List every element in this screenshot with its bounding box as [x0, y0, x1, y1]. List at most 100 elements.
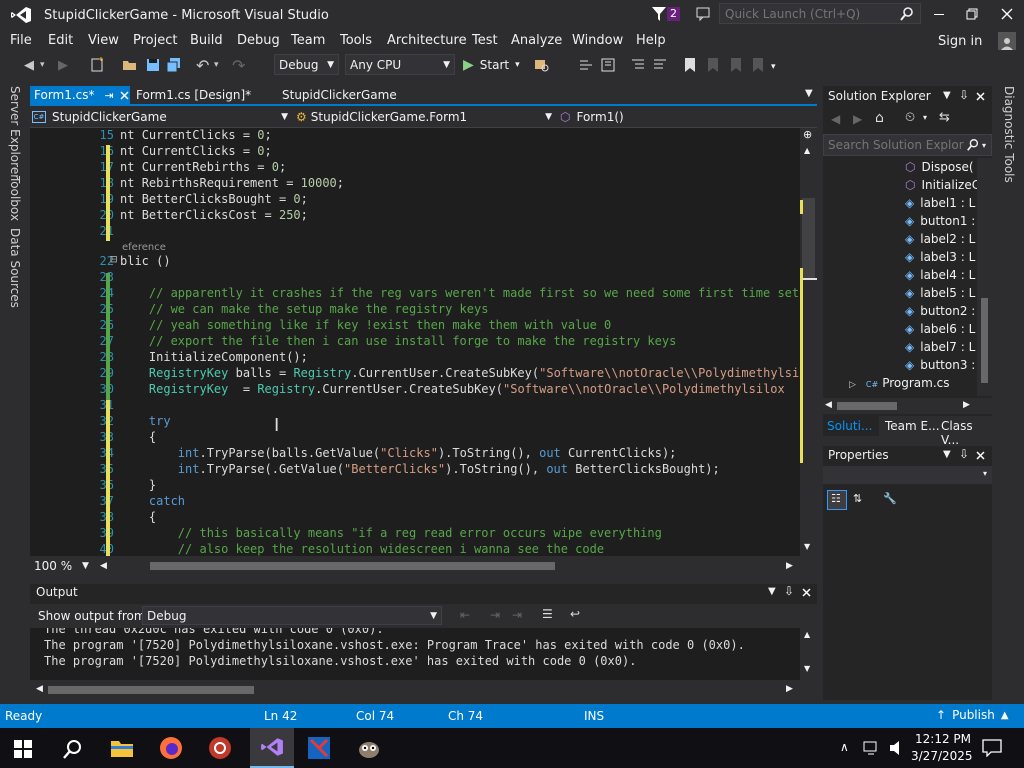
undo-dropdown-icon[interactable]: ▾	[214, 54, 219, 76]
go-to-location-icon[interactable]: ⇥	[512, 608, 522, 622]
new-project-icon[interactable]	[89, 57, 105, 73]
scroll-left-icon[interactable]: ◀	[100, 561, 107, 571]
close-icon[interactable]	[1001, 8, 1013, 20]
collapse-toggle-icon[interactable]: ⊟	[110, 252, 117, 266]
prev-bookmark-icon[interactable]	[705, 57, 721, 73]
scroll-thumb[interactable]	[981, 298, 988, 383]
clear-all-icon[interactable]: ☰	[542, 607, 553, 621]
tree-item-member[interactable]: ◈ label6 : L	[905, 322, 975, 336]
search-icon[interactable]	[899, 6, 915, 22]
windows-start-icon[interactable]	[14, 740, 32, 758]
close-icon[interactable]	[120, 90, 129, 100]
forward-icon[interactable]: ▶	[853, 112, 862, 126]
menu-test[interactable]: Test	[472, 33, 498, 48]
menu-help[interactable]: Help	[636, 33, 666, 48]
panel-menu-icon[interactable]: ▼	[768, 586, 776, 597]
menu-architecture[interactable]: Architecture	[387, 33, 467, 48]
back-dropdown-icon[interactable]: ▾	[40, 54, 45, 76]
start-button[interactable]: ▶ Start ▾	[463, 54, 520, 75]
home-icon[interactable]: ⌂	[875, 110, 884, 126]
scroll-right-icon[interactable]: ▶	[786, 684, 793, 694]
split-icon[interactable]: ⊕	[803, 128, 812, 141]
pin-icon[interactable]: ⇥	[105, 89, 114, 102]
tree-item-member[interactable]: ⬡ InitializeC	[905, 178, 977, 192]
save-icon[interactable]	[145, 57, 161, 73]
tree-item-member[interactable]: ⬡ Dispose(	[905, 160, 974, 174]
solution-search-box[interactable]: ▾	[823, 134, 992, 156]
menu-view[interactable]: View	[88, 33, 119, 48]
platform-dropdown[interactable]: Any CPU ▼	[345, 54, 455, 75]
close-icon[interactable]	[802, 588, 811, 597]
menu-edit[interactable]: Edit	[48, 33, 73, 48]
horizontal-scroll-thumb[interactable]	[48, 686, 254, 694]
tree-vertical-scrollbar[interactable]	[977, 158, 992, 396]
find-previous-icon[interactable]: ⇤	[460, 608, 470, 622]
step-into-icon[interactable]	[578, 57, 594, 73]
firefox-icon[interactable]	[159, 736, 183, 760]
alphabetical-icon[interactable]: ⇅	[853, 492, 862, 505]
tab-form1-design[interactable]: Form1.cs [Design]*	[136, 88, 251, 102]
menu-analyze[interactable]: Analyze	[511, 33, 562, 48]
menu-team[interactable]: Team	[291, 33, 325, 48]
member-dropdown[interactable]: ⬡ Form1()	[560, 108, 812, 126]
tree-item-member[interactable]: ◈ button1 :	[905, 214, 975, 228]
open-file-icon[interactable]	[122, 57, 138, 73]
quick-launch-box[interactable]	[719, 3, 921, 24]
scroll-thumb[interactable]	[802, 198, 815, 278]
tree-item-member[interactable]: ◈ button2 :	[905, 304, 975, 318]
tab-overflow-icon[interactable]: ▼	[805, 88, 813, 99]
publish-button[interactable]: ↑ Publish ▲	[936, 708, 1009, 722]
scroll-right-icon[interactable]: ▶	[963, 400, 970, 410]
gimp-icon[interactable]	[356, 736, 382, 760]
toolbar-overflow-icon[interactable]: ▾	[771, 62, 776, 72]
menu-tools[interactable]: Tools	[340, 33, 372, 48]
find-next-icon[interactable]: ⇥	[490, 608, 500, 622]
notification-center-icon[interactable]	[982, 739, 1002, 757]
editor-vertical-scrollbar[interactable]: ⊕ ▲ ▼	[800, 128, 817, 556]
properties-object-dropdown[interactable]: ▾	[823, 466, 992, 484]
tree-item-program-cs[interactable]: ▷ C# Program.cs	[849, 376, 950, 390]
back-icon[interactable]: ◀	[24, 54, 34, 76]
word-wrap-icon[interactable]: ↩	[570, 607, 580, 621]
undo-icon[interactable]: ↶	[196, 54, 209, 76]
network-icon[interactable]	[862, 740, 880, 756]
search-icon[interactable]	[966, 138, 980, 152]
clock-date[interactable]: 3/27/2025	[911, 749, 973, 763]
clear-bookmarks-icon[interactable]	[750, 57, 766, 73]
panel-menu-icon[interactable]: ▼	[943, 90, 951, 101]
notifications-button[interactable]: 2	[652, 6, 680, 25]
pending-changes-icon[interactable]: ⏲	[905, 110, 915, 125]
scroll-right-icon[interactable]: ▶	[786, 561, 793, 571]
tree-item-member[interactable]: ◈ label1 : L	[905, 196, 975, 210]
bookmark-window-icon[interactable]	[600, 57, 616, 73]
menu-build[interactable]: Build	[190, 33, 223, 48]
tab-form1-cs[interactable]: Form1.cs* ⇥	[30, 86, 130, 104]
tab-class-view[interactable]: Class V...	[941, 419, 992, 447]
tree-item-member[interactable]: ◈ button3 :	[905, 358, 975, 372]
diagnostic-tools-tab[interactable]: Diagnostic Tools	[1002, 86, 1016, 183]
horizontal-scroll-thumb[interactable]	[837, 402, 897, 410]
code-editor[interactable]: 15nt CurrentClicks = 0;16nt CurrentClick…	[30, 128, 800, 556]
horizontal-scroll-thumb[interactable]	[150, 562, 555, 570]
solution-search-input[interactable]	[824, 138, 964, 152]
account-avatar[interactable]	[998, 32, 1016, 50]
file-explorer-icon[interactable]	[110, 738, 134, 758]
data-sources-tab[interactable]: Data Sources	[8, 228, 22, 308]
output-horizontal-scrollbar[interactable]: ◀ ▶	[30, 680, 817, 700]
quick-launch-input[interactable]	[720, 6, 895, 21]
redo-icon[interactable]: ↷	[232, 54, 245, 76]
output-text[interactable]: The thread 0x2d0c has exited with code 0…	[30, 628, 800, 680]
tree-item-member[interactable]: ◈ label4 : L	[905, 268, 975, 282]
tree-horizontal-scrollbar[interactable]: ◀ ▶	[823, 398, 992, 414]
clock-time[interactable]: 12:12 PM	[915, 732, 971, 746]
scroll-down-icon[interactable]: ▼	[804, 542, 810, 551]
tab-team-explorer[interactable]: Team E...	[885, 419, 940, 433]
reaper-app-icon[interactable]	[208, 736, 232, 760]
chevron-up-icon[interactable]: ∧	[840, 740, 849, 754]
search-icon[interactable]	[62, 738, 84, 760]
back-icon[interactable]: ◀	[831, 112, 840, 126]
panel-menu-icon[interactable]: ▼	[943, 449, 951, 460]
volume-icon[interactable]	[888, 740, 906, 756]
toolbox-tab[interactable]: Toolbox	[8, 176, 22, 221]
expand-icon[interactable]: ▷	[849, 380, 856, 390]
